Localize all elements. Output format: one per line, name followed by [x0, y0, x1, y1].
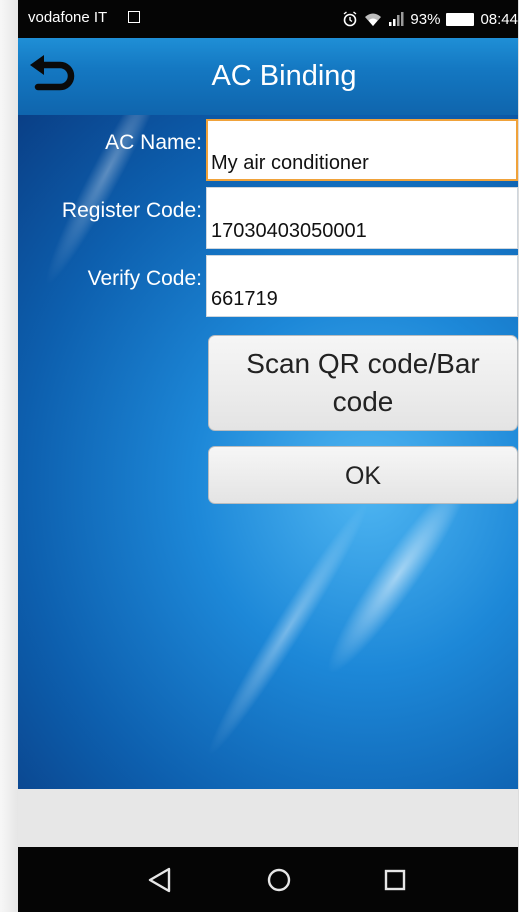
status-bar: vodafone IT 93% 08:44 — [18, 0, 518, 38]
alarm-icon — [343, 11, 357, 27]
register-code-label: Register Code: — [61, 199, 202, 222]
nav-recent-apps-icon[interactable] — [380, 867, 410, 893]
register-code-row: Register Code: — [18, 187, 518, 251]
scan-code-button[interactable]: Scan QR code/Bar code — [208, 335, 518, 431]
verify-code-row: Verify Code: — [18, 255, 518, 319]
clock: 08:44 — [480, 10, 518, 28]
battery-percent: 93% — [410, 10, 441, 28]
ac-name-row: AC Name: — [18, 119, 518, 183]
page-title: AC Binding — [211, 60, 357, 92]
wifi-icon — [365, 13, 382, 26]
nav-home-icon[interactable] — [264, 867, 294, 893]
sim-card-icon — [128, 11, 140, 23]
carrier-name: vodafone IT — [28, 9, 108, 26]
scan-button-label-line1: Scan QR code/Bar — [246, 348, 480, 379]
bottom-bar — [18, 789, 518, 847]
navigation-bar — [18, 847, 518, 912]
photo-margin — [0, 0, 18, 912]
register-code-input[interactable] — [206, 187, 518, 249]
status-icons: 93% 08:44 — [342, 8, 518, 30]
title-bar: AC Binding — [18, 38, 518, 115]
ac-name-input[interactable] — [206, 119, 518, 181]
verify-code-input[interactable] — [206, 255, 518, 317]
back-button[interactable] — [26, 52, 78, 100]
signal-icon — [389, 12, 404, 26]
ok-button[interactable]: OK — [208, 446, 518, 504]
ac-name-label: AC Name: — [105, 131, 202, 154]
verify-code-label: Verify Code: — [87, 267, 202, 290]
battery-icon — [446, 12, 475, 26]
phone-screen: vodafone IT 93% 08:44 AC Binding AC Name… — [18, 0, 518, 912]
scan-button-label-line2: code — [332, 386, 394, 417]
binding-form: AC Name: Register Code: Verify Code: Sca… — [18, 115, 518, 789]
nav-back-icon[interactable] — [145, 867, 175, 893]
back-arrow-icon — [30, 55, 75, 91]
